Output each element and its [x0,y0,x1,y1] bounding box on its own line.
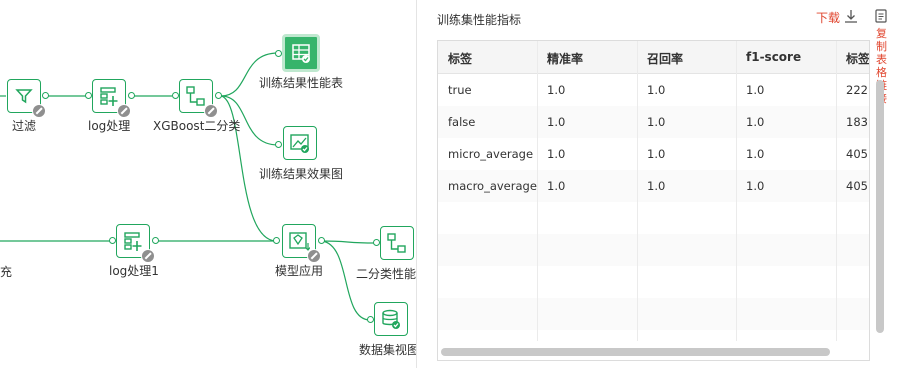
output-port[interactable] [128,92,135,99]
column-divider [736,41,737,341]
table-cell: 1.0 [746,147,765,161]
table-row[interactable]: micro_average 1.0 1.0 1.0 405 [438,138,869,170]
table-cell: 1.0 [647,115,666,129]
table-header: 标签 精准率 召回率 f1-score 标签数 [438,41,869,74]
dataset-view-node-label: 数据集视图 [359,343,416,357]
table-cell: 1.0 [647,147,666,161]
input-port[interactable] [373,239,380,246]
copy-icon[interactable] [873,8,889,24]
column-header[interactable]: 标签 [448,50,472,67]
column-header[interactable]: f1-score [746,50,801,64]
filter-node[interactable] [7,79,46,118]
vertical-scrollbar[interactable] [876,80,884,333]
model-apply-node-label: 模型应用 [275,264,324,278]
download-icon[interactable] [843,8,859,24]
table-cell: 183 [846,115,868,129]
table-row [438,234,869,266]
image-chart-icon [290,134,309,153]
fill-node-label: 充 [0,265,13,279]
input-port[interactable] [367,316,374,323]
classifier-icon [186,86,205,106]
model-apply-node[interactable] [282,224,321,263]
table-cell: 405 [846,179,868,193]
table-cell: 1.0 [746,115,765,129]
input-port[interactable] [273,237,280,244]
input-port[interactable] [172,92,179,99]
table-row [438,330,869,360]
add-table-icon [124,232,142,251]
train-effect-chart-node-label: 训练结果效果图 [259,167,344,181]
metrics-table: 标签 精准率 召回率 f1-score 标签数 true 1.0 1.0 1.0… [437,40,870,361]
table-cell: 1.0 [647,179,666,193]
disabled-badge-icon [141,249,155,263]
log-process1-node-label: log处理1 [109,264,159,278]
input-port[interactable] [109,237,116,244]
train-effect-chart-node[interactable] [283,126,317,160]
table-row [438,298,869,330]
table-cell: true [448,83,472,97]
output-port[interactable] [318,237,325,244]
binary-perf-node[interactable] [380,226,414,260]
table-cell: 405 [846,147,868,161]
disabled-badge-icon [307,249,321,263]
table-cell: micro_average [448,147,534,161]
table-cell: 1.0 [547,147,566,161]
log-process1-node[interactable] [116,224,155,263]
column-divider [836,41,837,341]
column-divider [637,41,638,341]
horizontal-scrollbar[interactable] [441,348,830,356]
table-cell: 1.0 [647,83,666,97]
disabled-badge-icon [117,104,131,118]
disabled-badge-icon [32,104,46,118]
table-row[interactable]: macro_average 1.0 1.0 1.0 405 [438,170,869,202]
column-header[interactable]: 精准率 [547,50,583,67]
table-row [438,202,869,234]
model-apply-icon [289,232,310,251]
table-cell: macro_average [448,179,537,193]
input-port[interactable] [275,141,282,148]
input-port[interactable] [275,50,282,57]
panel-title: 训练集性能指标 [437,13,522,27]
column-header[interactable]: 标签数 [846,50,869,67]
add-table-icon [100,87,118,106]
table-cell: 1.0 [547,83,566,97]
table-cell: false [448,115,476,129]
filter-icon [15,89,33,104]
disabled-badge-icon [204,104,218,118]
xgboost-node[interactable] [179,79,218,118]
train-perf-table-node[interactable] [282,34,320,72]
table-icon [292,44,310,63]
column-divider [537,41,538,341]
dataset-view-node[interactable] [374,302,408,336]
table-row[interactable]: false 1.0 1.0 1.0 183 [438,106,869,138]
classifier-icon [387,233,406,253]
xgboost-node-label: XGBoost二分类 [153,119,241,133]
workflow-connections [0,52,376,321]
table-cell: 1.0 [547,179,566,193]
table-cell: 1.0 [746,83,765,97]
input-port[interactable] [85,92,92,99]
table-cell: 222 [846,83,868,97]
table-row [438,266,869,298]
database-icon [382,309,400,329]
log-process-node[interactable] [92,79,131,118]
column-header[interactable]: 召回率 [647,50,683,67]
output-port[interactable] [215,92,222,99]
output-port[interactable] [152,237,159,244]
filter-node-label: 过滤 [12,119,37,133]
table-cell: 1.0 [547,115,566,129]
output-port[interactable] [42,92,49,99]
binary-perf-node-label: 二分类性能 [356,267,416,281]
log-process-node-label: log处理 [88,119,131,133]
table-cell: 1.0 [746,179,765,193]
workflow-canvas[interactable]: 过滤 log处理 XGBoost二分类 训练结果性能表 训练结果效果图 充 lo… [0,0,416,368]
download-link[interactable]: 下载 [816,9,840,26]
table-row[interactable]: true 1.0 1.0 1.0 222 [438,74,869,106]
train-perf-table-node-label: 训练结果性能表 [259,76,344,90]
